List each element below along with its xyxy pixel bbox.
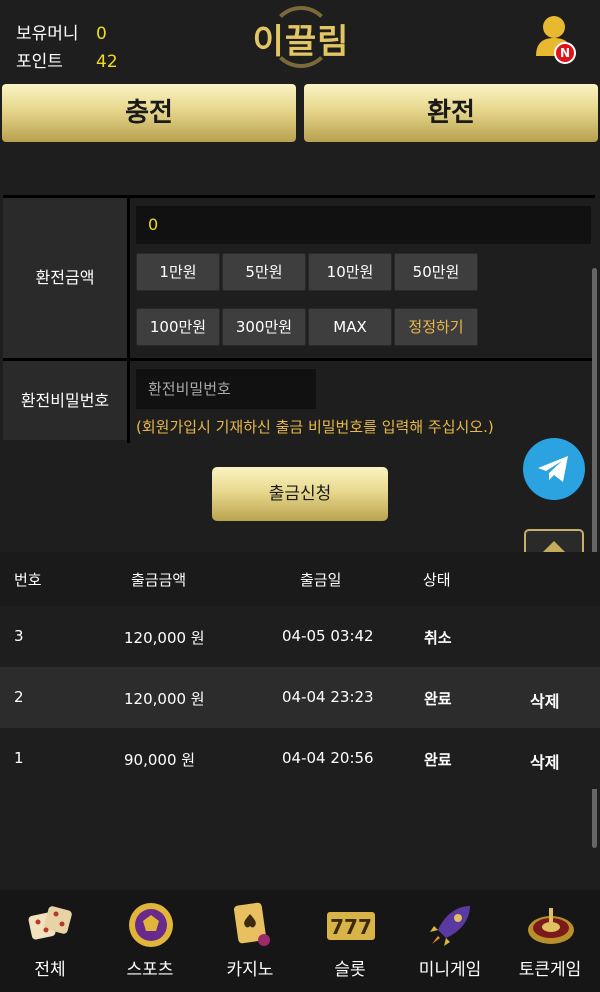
money-label: 보유머니 bbox=[16, 24, 79, 44]
nav-label: 미니게임 bbox=[418, 960, 482, 980]
header-date: 출금일 bbox=[300, 571, 342, 589]
notification-badge: N bbox=[554, 42, 576, 64]
password-label: 환전비밀번호 bbox=[3, 361, 127, 440]
point-value: 42 bbox=[96, 52, 118, 72]
nav-label: 전체 bbox=[34, 960, 66, 980]
user-menu-button[interactable]: N bbox=[532, 14, 584, 66]
table-row: 1 90,000 원 04-04 20:56 완료 삭제 bbox=[0, 728, 600, 789]
nav-label: 스포츠 bbox=[126, 960, 174, 980]
tab-charge[interactable]: 충전 bbox=[2, 84, 296, 142]
password-input[interactable]: 환전비밀번호 bbox=[136, 369, 316, 409]
row-amount: 120,000 원 bbox=[124, 629, 205, 647]
dice-icon bbox=[28, 906, 72, 940]
row-date: 04-04 23:23 bbox=[282, 688, 374, 706]
amount-input[interactable]: 0 bbox=[136, 206, 591, 244]
nav-item-slot[interactable]: 777 슬롯 bbox=[300, 890, 400, 992]
point-label: 포인트 bbox=[16, 52, 63, 72]
exchange-form: 환전금액 0 1만원 5만원 10만원 50만원 100만원 300만원 MAX… bbox=[3, 195, 595, 443]
money-value: 0 bbox=[96, 24, 107, 44]
amount-label: 환전금액 bbox=[3, 198, 127, 358]
row-amount: 120,000 원 bbox=[124, 690, 205, 708]
site-logo[interactable]: 이끌림 bbox=[246, 6, 356, 72]
soccer-ball-icon bbox=[129, 903, 173, 947]
form-vertical-divider bbox=[127, 198, 130, 443]
rocket-icon bbox=[430, 906, 470, 946]
row-amount: 90,000 원 bbox=[124, 751, 196, 769]
amount-button-500k[interactable]: 50만원 bbox=[394, 253, 478, 291]
amount-button-3m[interactable]: 300만원 bbox=[222, 308, 306, 346]
money-balance: 보유머니 0 bbox=[16, 19, 107, 44]
header: 보유머니 0 포인트 42 이끌림 N bbox=[0, 0, 600, 80]
amount-button-max[interactable]: MAX bbox=[308, 308, 392, 346]
nav-item-minigame[interactable]: 미니게임 bbox=[400, 890, 500, 992]
nav-item-all[interactable]: 전체 bbox=[0, 890, 100, 992]
row-date: 04-04 20:56 bbox=[282, 749, 374, 767]
tab-exchange[interactable]: 환전 bbox=[304, 84, 598, 142]
playing-cards-icon bbox=[234, 902, 270, 946]
header-amount: 출금금액 bbox=[131, 571, 187, 589]
nav-item-casino[interactable]: 카지노 bbox=[200, 890, 300, 992]
roulette-icon bbox=[528, 908, 574, 944]
nav-label: 카지노 bbox=[226, 960, 274, 980]
svg-text:777: 777 bbox=[330, 915, 372, 939]
header-status: 상태 bbox=[423, 571, 451, 589]
point-balance: 포인트 42 bbox=[16, 47, 118, 72]
telegram-button[interactable] bbox=[523, 438, 585, 500]
amount-reset-button[interactable]: 정정하기 bbox=[394, 308, 478, 346]
row-status: 취소 bbox=[424, 629, 452, 647]
header-no: 번호 bbox=[14, 571, 42, 589]
table-header: 번호 출금금액 출금일 상태 bbox=[0, 552, 600, 606]
row-date: 04-05 03:42 bbox=[282, 627, 374, 645]
nav-item-token-game[interactable]: 토큰게임 bbox=[500, 890, 600, 992]
row-status: 완료 bbox=[424, 751, 452, 769]
row-delete-button[interactable]: 삭제 bbox=[530, 749, 559, 773]
password-hint: (회원가입시 기재하신 출금 비밀번호를 입력해 주십시오.) bbox=[136, 418, 494, 436]
table-row: 2 120,000 원 04-04 23:23 완료 삭제 bbox=[0, 667, 600, 728]
slot-777-icon: 777 bbox=[327, 912, 375, 940]
row-delete-button[interactable]: 삭제 bbox=[530, 688, 559, 712]
row-no: 3 bbox=[14, 627, 24, 645]
nav-item-sports[interactable]: 스포츠 bbox=[100, 890, 200, 992]
withdraw-request-button[interactable]: 출금신청 bbox=[212, 467, 388, 521]
amount-button-50k[interactable]: 5만원 bbox=[222, 253, 306, 291]
nav-label: 슬롯 bbox=[334, 960, 366, 980]
nav-label: 토큰게임 bbox=[518, 960, 582, 980]
logo-text: 이끌림 bbox=[252, 22, 350, 62]
amount-button-10k[interactable]: 1만원 bbox=[136, 253, 220, 291]
row-no: 1 bbox=[14, 749, 24, 767]
bottom-nav: 전체 스포츠 카지노 777 슬롯 미니게임 토큰게임 bbox=[0, 890, 600, 992]
row-status: 완료 bbox=[424, 690, 452, 708]
row-no: 2 bbox=[14, 688, 24, 706]
amount-button-1m[interactable]: 100만원 bbox=[136, 308, 220, 346]
telegram-icon bbox=[538, 456, 568, 482]
table-row: 3 120,000 원 04-05 03:42 취소 bbox=[0, 606, 600, 667]
amount-button-100k[interactable]: 10만원 bbox=[308, 253, 392, 291]
